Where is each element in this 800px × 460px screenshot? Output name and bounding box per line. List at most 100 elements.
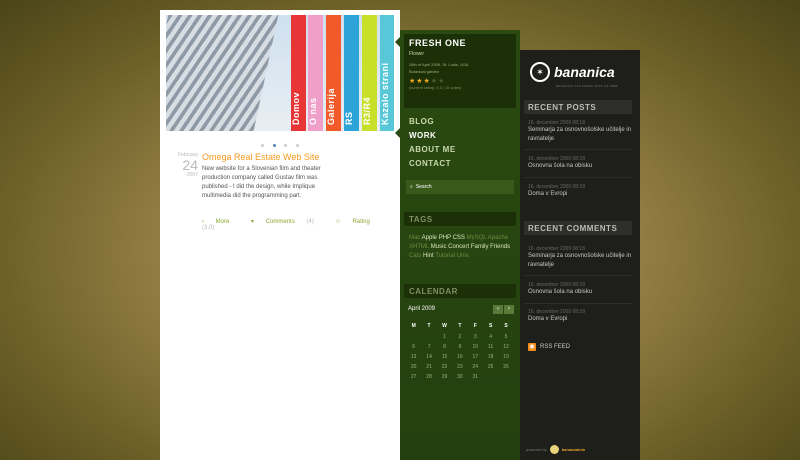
recent-comment-item[interactable]: 16. december 2009 08:18 Seminarja za osn… [528, 246, 632, 270]
active-menu-arrow-icon [395, 128, 400, 138]
post-title-link[interactable]: Omega Real Estate Web Site [202, 152, 330, 163]
featured-photo-panel: FRESH ONE Flower 26th of April 2006, St.… [404, 34, 516, 108]
calendar-day[interactable]: 30 [452, 372, 467, 382]
main-menu: BLOG WORK ABOUT ME CONTACT [409, 115, 456, 171]
comments-link[interactable]: ▾ Comments (4) [251, 219, 324, 225]
menu-item-blog[interactable]: BLOG [409, 115, 456, 129]
post-date-day: 24 [182, 157, 198, 173]
tag-link[interactable]: PHP [439, 235, 453, 241]
calendar-day[interactable]: 11 [483, 342, 498, 352]
tag-link[interactable]: Apple [422, 235, 439, 241]
calendar-weekday: T [458, 323, 462, 329]
calendar-next-button[interactable]: › [504, 305, 514, 314]
tag-link[interactable]: Mac [409, 235, 422, 241]
calendar-prev-button[interactable]: ‹ [493, 305, 503, 314]
bananadmin-logo-icon [549, 445, 559, 454]
rating-text: (current rating: 3.4 | 15 votes) [409, 85, 462, 90]
tag-link[interactable]: Hint [423, 253, 435, 259]
tag-link[interactable]: XHTML [409, 244, 431, 250]
post-date: February 24 2007 [168, 152, 198, 178]
calendar-day[interactable]: 21 [421, 362, 436, 372]
calendar-day[interactable]: 28 [421, 372, 436, 382]
calendar-day[interactable]: 20 [406, 362, 421, 372]
tag-link[interactable]: Friends [490, 244, 510, 250]
rss-feed-link[interactable]: ◉ RSS FEED [528, 343, 570, 351]
tag-link[interactable]: Tutorial [435, 253, 456, 259]
calendar-heading: CALENDAR [404, 284, 516, 298]
tag-link[interactable]: Unix [457, 253, 469, 259]
navigation-column: FRESH ONE Flower 26th of April 2006, St.… [395, 30, 520, 460]
slider-dots [160, 134, 400, 152]
menu-item-contact[interactable]: CONTACT [409, 157, 456, 171]
slider-dot-active[interactable] [272, 144, 276, 147]
hero-banner: O nas [308, 15, 323, 131]
calendar-day[interactable]: 8 [437, 342, 452, 352]
hero-image[interactable]: Domov O nas Galerija RS R3/R4 Kazalo strani [166, 15, 394, 131]
calendar-nav: ‹ › [493, 305, 514, 314]
calendar-day[interactable]: 29 [437, 372, 452, 382]
recent-post-item[interactable]: 16. december 2009 08:18 Seminarja za osn… [528, 120, 632, 144]
calendar-day[interactable]: 14 [421, 352, 436, 362]
calendar-day[interactable]: 9 [452, 342, 467, 352]
calendar-day[interactable]: 31 [468, 372, 483, 382]
tag-link[interactable]: MySQL [467, 235, 488, 241]
hero-banner: RS [344, 15, 359, 131]
slider-dot[interactable] [295, 144, 299, 147]
sidebar-column: ✶ bananica BANANICA ALA FRESH PICS OF WE… [520, 50, 640, 460]
slider-dot[interactable] [284, 144, 288, 147]
tag-link[interactable]: Family [471, 244, 490, 250]
calendar-weekday: W [442, 323, 447, 329]
tag-link[interactable]: Music [431, 244, 448, 250]
calendar-weekday: S [504, 323, 508, 329]
calendar-day[interactable]: 10 [468, 342, 483, 352]
calendar-day[interactable]: 2 [452, 332, 467, 342]
calendar-day[interactable]: 15 [437, 352, 452, 362]
tag-link[interactable]: Concert [448, 244, 471, 250]
menu-item-about-me[interactable]: ABOUT ME [409, 143, 456, 157]
calendar-day[interactable]: 27 [406, 372, 421, 382]
pointer-arrow-icon [395, 37, 400, 47]
calendar-day[interactable]: 12 [498, 342, 513, 352]
search-input[interactable]: ⌕ Search [406, 180, 514, 194]
calendar-day[interactable]: 6 [406, 342, 421, 352]
calendar-weekday: S [488, 323, 493, 329]
calendar-day[interactable]: 1 [437, 332, 452, 342]
recent-comment-item[interactable]: 16. december 2009 08:18 Doma v Evropi [528, 309, 632, 324]
calendar-day[interactable]: 18 [483, 352, 498, 362]
calendar-day[interactable]: 17 [468, 352, 483, 362]
slider-dot[interactable] [261, 144, 265, 147]
recent-comment-item[interactable]: 16. december 2009 08:18 Osnovna šola na … [528, 282, 632, 297]
post-excerpt: New website for a Slovenian film and the… [202, 166, 321, 199]
calendar-weekday: F [473, 323, 477, 329]
menu-item-work[interactable]: WORK [409, 129, 456, 143]
logo-tagline: BANANICA ALA FRESH PICS OF WEB [556, 84, 618, 88]
star-icon: ☆ [335, 219, 343, 225]
tag-link[interactable]: Apache [488, 235, 508, 241]
calendar-day[interactable]: 5 [498, 332, 513, 342]
recent-post-item[interactable]: 16. december 2009 08:18 Osnovna šola na … [528, 156, 632, 171]
calendar-day[interactable]: 24 [468, 362, 483, 372]
logo-star-icon: ✶ [530, 62, 550, 82]
rss-icon: ◉ [528, 343, 536, 351]
calendar-day[interactable]: 4 [483, 332, 498, 342]
calendar-day[interactable]: 16 [452, 352, 467, 362]
calendar-day[interactable]: 19 [498, 352, 513, 362]
calendar-day[interactable]: 23 [452, 362, 467, 372]
search-label: Search [415, 184, 432, 190]
tag-link[interactable]: Cats [409, 253, 423, 259]
calendar-day[interactable]: 7 [421, 342, 436, 352]
recent-post-item[interactable]: 16. december 2009 08:18 Doma v Evropi [528, 184, 632, 199]
calendar-weekday: M [411, 323, 416, 329]
rating-stars[interactable]: ★★★★★ [409, 77, 511, 85]
site-logo[interactable]: ✶ bananica [530, 62, 615, 82]
tag-link[interactable]: CSS [453, 235, 467, 241]
calendar-day[interactable]: 22 [437, 362, 452, 372]
comment-icon: ▾ [251, 219, 256, 225]
calendar-day[interactable]: 25 [483, 362, 498, 372]
calendar-day[interactable]: 26 [498, 362, 513, 372]
calendar-day[interactable]: 13 [406, 352, 421, 362]
hero-banner: R3/R4 [362, 15, 377, 131]
powered-by[interactable]: powered by bananadmin [526, 445, 585, 454]
calendar-day [421, 332, 436, 342]
calendar-day[interactable]: 3 [468, 332, 483, 342]
